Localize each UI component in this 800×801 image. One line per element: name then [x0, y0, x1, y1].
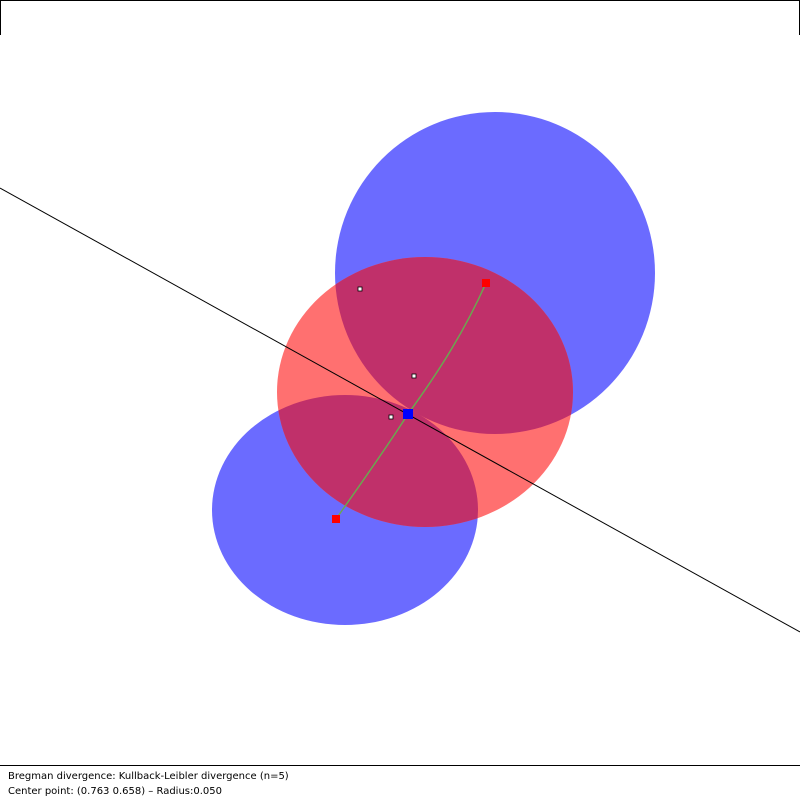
drawing-canvas[interactable]	[0, 35, 800, 765]
sample-point-icon[interactable]	[357, 286, 363, 292]
center-radius-label: Center point: (0.763 0.658) – Radius:0.0…	[8, 786, 223, 797]
center-handle-icon[interactable]	[403, 409, 413, 419]
status-bar: Bregman divergence: Kullback-Leibler div…	[0, 765, 800, 801]
top-bar	[0, 0, 800, 36]
sample-point-icon[interactable]	[411, 373, 417, 379]
upper-endpoint-handle-icon[interactable]	[482, 279, 490, 287]
canvas-svg[interactable]	[0, 35, 800, 765]
divergence-label: Bregman divergence: Kullback-Leibler div…	[8, 771, 289, 782]
sample-point-icon[interactable]	[388, 414, 394, 420]
bregman-visualizer-window: Bregman divergence: Kullback-Leibler div…	[0, 0, 800, 801]
lower-endpoint-handle-icon[interactable]	[332, 515, 340, 523]
